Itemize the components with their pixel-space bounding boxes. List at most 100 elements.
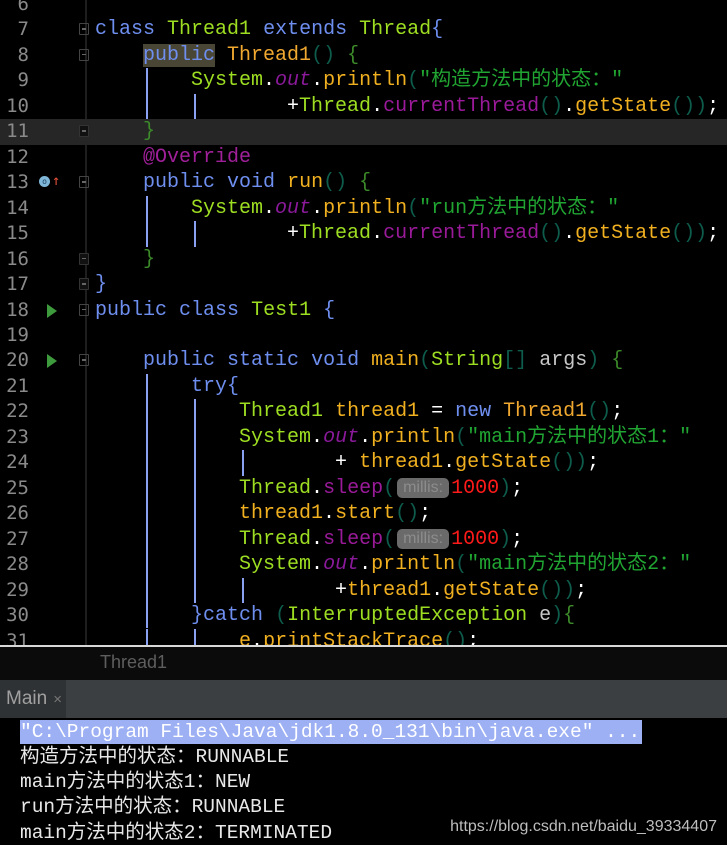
code-text[interactable]: class Thread1 extends Thread{ [95,17,443,42]
code-line[interactable]: 10 +Thread.currentThread().getState()); [0,93,727,120]
code-line[interactable]: 31 e.printStackTrace(); [0,628,727,646]
code-line[interactable]: 22 Thread1 thread1 = new Thread1(); [0,399,727,425]
code-token: run [287,171,324,195]
code-token: System [239,425,312,449]
code-editor[interactable]: 6 7 class Thread1 extends Thread{8 public … [0,0,727,645]
tab-main[interactable]: Main × [0,680,66,718]
code-text[interactable]: } [95,272,107,297]
code-line[interactable]: 18 public class Test1 { [0,298,727,323]
code-text[interactable]: +Thread.currentThread().getState()); [95,94,719,119]
line-number: 25 [6,476,29,499]
code-line[interactable]: 11 } [0,119,727,145]
fold-marker-icon[interactable] [79,354,89,367]
code-text[interactable]: } [95,247,155,272]
code-line[interactable]: 21 try{ [0,373,727,400]
code-text[interactable]: public Thread1() { [95,43,359,68]
code-text[interactable]: e.printStackTrace(); [95,629,479,646]
code-text[interactable]: System.out.println("main方法中的状态2：" [95,552,691,577]
code-token: () [443,629,468,646]
code-text[interactable]: Thread.sleep(millis: 1000); [95,527,523,552]
code-line[interactable]: 15 +Thread.currentThread().getState()); [0,221,727,247]
code-line[interactable]: 29 +thread1.getState()); [0,577,727,604]
code-token: 1000 [451,476,500,500]
code-line[interactable]: 17} [0,272,727,297]
line-number: 14 [6,196,29,219]
code-token: Thread [299,94,372,118]
code-line[interactable]: 24 + thread1.getState()); [0,450,727,476]
code-line[interactable]: 7 class Thread1 extends Thread{ [0,17,727,42]
code-line[interactable]: 16 } [0,247,727,272]
fold-marker-icon[interactable] [79,23,89,36]
code-line[interactable]: 8 public Thread1() { [0,43,727,68]
code-line[interactable]: 23 System.out.println("main方法中的状态1：" [0,424,727,451]
code-line[interactable]: 13 o ↑ public void run() { [0,170,727,195]
code-text[interactable]: public static void main(String[] args) { [95,348,623,373]
line-number: 24 [6,451,29,474]
code-token: . [563,222,576,246]
code-line[interactable]: 20 public static void main(String[] args… [0,348,727,373]
code-text[interactable]: System.out.println("run方法中的状态：" [95,196,619,221]
line-number: 19 [6,323,29,346]
code-text[interactable]: Thread.sleep(millis: 1000); [95,476,523,501]
code-text[interactable]: System.out.println("main方法中的状态1：" [95,425,691,450]
code-text[interactable]: } [95,119,155,144]
code-text[interactable]: public class Test1 { [95,298,335,323]
code-text[interactable]: try{ [95,374,239,399]
code-text[interactable]: thread1.start(); [95,501,431,526]
code-token: ) [587,349,600,373]
breadcrumb-bar: Thread1 [0,647,727,680]
fold-marker-icon[interactable] [79,278,89,291]
override-method-icon[interactable]: o [39,176,50,188]
code-line[interactable]: 9 System.out.println("构造方法中的状态：" [0,68,727,94]
code-token: ( [383,527,396,551]
code-line[interactable]: 25 Thread.sleep(millis: 1000); [0,475,727,502]
code-text[interactable]: public void run() { [95,170,371,195]
code-token: . [251,629,264,646]
code-token: . [311,527,324,551]
run-icon[interactable] [47,303,57,318]
fold-marker-icon[interactable] [79,252,89,265]
code-line[interactable]: 12 @Override [0,145,727,170]
code-token: Thread1 [227,43,312,67]
close-icon[interactable]: × [53,691,62,708]
code-token: out [323,425,360,449]
code-token: Thread [299,222,372,246]
code-token: try [191,374,228,398]
code-text[interactable]: + thread1.getState()); [95,450,599,475]
code-line[interactable]: 19 [0,323,727,348]
code-token: ; [419,502,432,526]
code-text[interactable]: +thread1.getState()); [95,578,587,603]
code-token: ; [587,451,600,475]
fold-marker-icon[interactable] [79,125,89,138]
fold-marker-icon[interactable] [79,176,89,189]
code-token: () [539,222,564,246]
code-line[interactable]: 26 thread1.start(); [0,501,727,527]
code-line[interactable]: 30 }catch (InterruptedException e){ [0,603,727,629]
breadcrumb-item[interactable]: Thread1 [100,652,167,673]
code-text[interactable]: Thread1 thread1 = new Thread1(); [95,399,623,424]
line-number: 22 [6,400,29,423]
code-line[interactable]: 28 System.out.println("main方法中的状态2：" [0,552,727,578]
code-token: () [323,171,348,195]
code-line[interactable]: 14 System.out.println("run方法中的状态：" [0,195,727,222]
line-number: 17 [6,273,29,296]
code-token: } [95,273,108,297]
code-text[interactable]: }catch (InterruptedException e){ [95,603,575,628]
code-token: ; [611,400,624,424]
code-text[interactable]: @Override [95,145,251,170]
console-line-command: "C:\Program Files\Java\jdk1.8.0_131\bin\… [20,720,643,744]
fold-marker-icon[interactable] [79,303,89,316]
code-text[interactable]: +Thread.currentThread().getState()); [95,221,719,246]
code-line[interactable]: 27 Thread.sleep(millis: 1000); [0,526,727,553]
code-token: ( [275,604,288,628]
fold-marker-icon[interactable] [79,48,89,61]
code-text[interactable]: System.out.println("构造方法中的状态：" [95,68,623,93]
code-line[interactable]: 6 [0,0,727,17]
run-icon[interactable] [47,354,57,369]
